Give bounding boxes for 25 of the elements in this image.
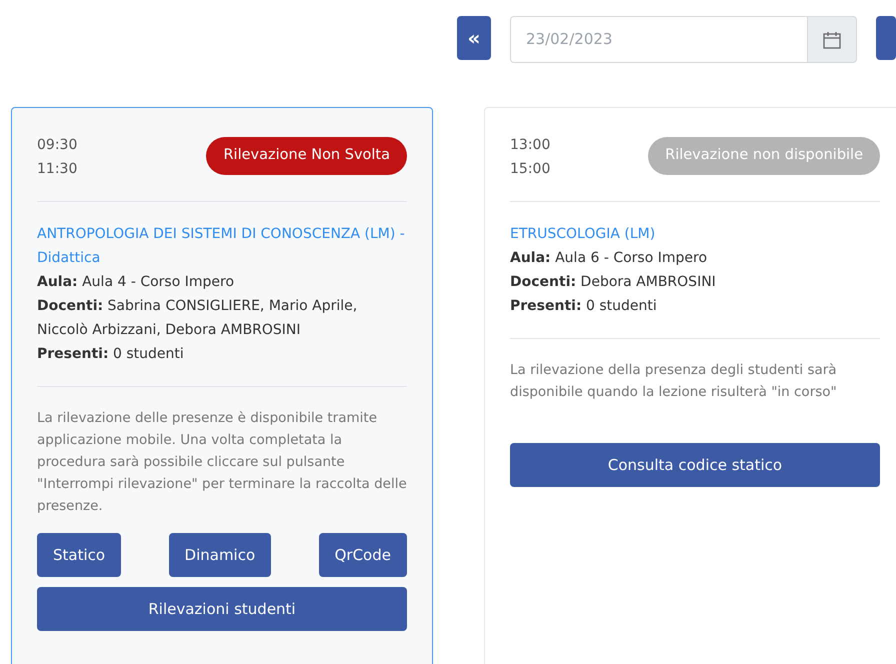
start-time: 13:00 <box>510 136 550 155</box>
action-button[interactable]: QrCode <box>318 533 407 577</box>
detail-text: Docenti: Debora AMBROSINI <box>510 273 717 292</box>
info-text: La rilevazione della presenza degli studenti sarà disponibile quando la lezione risulterà "in corso" <box>510 361 838 402</box>
calendar-icon[interactable] <box>822 30 842 50</box>
detail-text: Aula: Aula 6 - Corso Impero <box>510 249 708 268</box>
status-badge: Rilevazione Non Svolta <box>206 137 407 175</box>
previous-button[interactable]: « <box>457 16 491 60</box>
end-time: 15:00 <box>510 160 550 179</box>
lesson-card[interactable] <box>11 107 433 664</box>
calendar-button[interactable] <box>807 16 857 63</box>
detail-text: Presenti: 0 studenti <box>510 297 658 316</box>
action-button[interactable]: Statico <box>37 533 122 577</box>
info-text: La rilevazione delle presenze è disponibile tramite applicazione mobile. Una volta completata la procedura sarà possibile cliccare sul pulsante "Interrompi rilevazione" per terminare la raccolta delle presenze. <box>37 409 407 516</box>
course-link[interactable]: ETRUSCOLOGIA (LM) <box>510 222 880 246</box>
attendance-button[interactable]: Rilevazioni studenti <box>37 587 407 631</box>
start-time: 09:30 <box>37 136 78 155</box>
static-code-button[interactable]: Consulta codice statico <box>510 443 880 487</box>
detail-text: Aula: Aula 4 - Corso Impero <box>37 273 236 292</box>
action-button[interactable]: Dinamico <box>168 533 272 577</box>
end-time: 11:30 <box>37 160 78 179</box>
date-field[interactable]: 23/02/2023 <box>510 16 807 63</box>
status-badge: Rilevazione non disponibile <box>648 137 880 175</box>
detail-text: Docenti: Sabrina CONSIGLIERE, Mario Aprile, Niccolò Arbizzani, Debora AMBROSINI <box>37 297 358 340</box>
detail-text: Presenti: 0 studenti <box>37 345 185 364</box>
